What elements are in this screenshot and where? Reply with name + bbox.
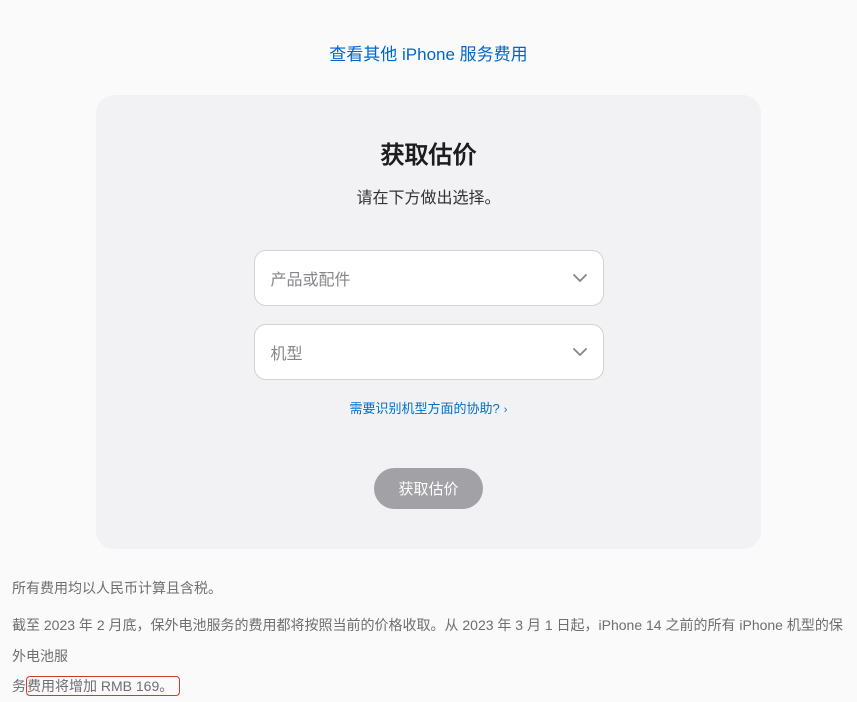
product-select-placeholder: 产品或配件 xyxy=(271,266,351,290)
chevron-down-icon xyxy=(573,348,587,356)
view-other-services-link[interactable]: 查看其他 iPhone 服务费用 xyxy=(329,45,527,64)
product-select[interactable]: 产品或配件 xyxy=(254,250,604,306)
footer-line-1: 所有费用均以人民币计算且含税。 xyxy=(12,573,845,604)
model-select-placeholder: 机型 xyxy=(271,340,303,364)
footer-line-2: 截至 2023 年 2 月底，保外电池服务的费用都将按照当前的价格收取。从 20… xyxy=(12,610,845,702)
estimate-card: 获取估价 请在下方做出选择。 产品或配件 机型 需要识别机型方面的协助?› 获取… xyxy=(96,95,761,549)
card-title: 获取估价 xyxy=(116,135,741,170)
chevron-right-icon: › xyxy=(504,404,508,416)
model-select[interactable]: 机型 xyxy=(254,324,604,380)
chevron-down-icon xyxy=(573,274,587,282)
identify-model-help-link[interactable]: 需要识别机型方面的协助?› xyxy=(350,401,508,416)
footer-notes: 所有费用均以人民币计算且含税。 截至 2023 年 2 月底，保外电池服务的费用… xyxy=(0,549,857,702)
price-increase-highlight: 费用将增加 RMB 169。 xyxy=(26,676,180,696)
get-estimate-button[interactable]: 获取估价 xyxy=(374,468,482,509)
card-subtitle: 请在下方做出选择。 xyxy=(116,184,741,208)
